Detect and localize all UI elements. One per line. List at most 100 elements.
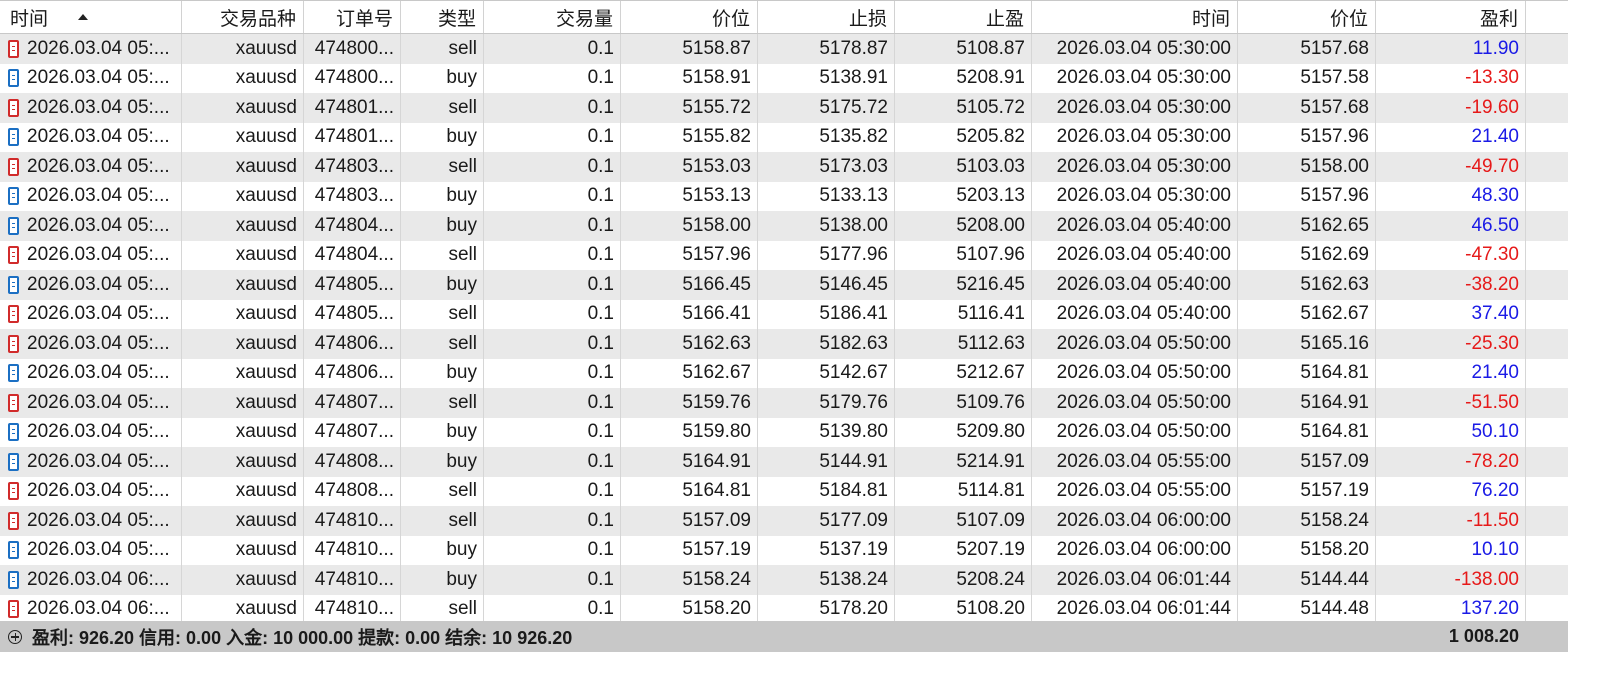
cell-volume: 0.1: [484, 34, 621, 64]
cell-profit: 50.10: [1376, 417, 1526, 447]
column-header-take-profit[interactable]: 止盈: [895, 1, 1032, 33]
cell-text: 474806...: [314, 362, 394, 384]
column-header-label: 交易品种: [219, 8, 296, 30]
table-row[interactable]: 2026.03.04 05:... xauusd 474808... sell 0.1 5…: [0, 476, 1568, 506]
table-row[interactable]: 2026.03.04 05:... xauusd 474810... sell 0.1 5…: [0, 506, 1568, 536]
table-row[interactable]: 2026.03.04 05:... xauusd 474805... sell 0.1 5…: [0, 299, 1568, 329]
cell-type: buy: [401, 63, 484, 93]
cell-open-time: 2026.03.04 05:...: [0, 388, 182, 418]
cell-symbol: xauusd: [182, 211, 304, 241]
cell-text: -38.20: [1465, 273, 1519, 295]
cell-open-time: 2026.03.04 06:...: [0, 565, 182, 595]
cell-take-profit: 5112.63: [895, 329, 1032, 359]
table-row[interactable]: 2026.03.04 06:... xauusd 474810... sell 0.1 5…: [0, 594, 1568, 624]
cell-open-price: 5155.72: [621, 93, 758, 123]
order-document-icon: [8, 69, 19, 88]
cell-text: -11.50: [1466, 509, 1519, 531]
table-row[interactable]: 2026.03.04 05:... xauusd 474801... sell 0.1 5…: [0, 93, 1568, 123]
cell-type: sell: [401, 388, 484, 418]
cell-stop-loss: 5138.24: [758, 565, 895, 595]
cell-profit: -19.60: [1376, 93, 1526, 123]
cell-text: 474810...: [314, 568, 394, 590]
cell-take-profit: 5103.03: [895, 152, 1032, 182]
column-header-type[interactable]: 类型: [401, 1, 484, 33]
table-row[interactable]: 2026.03.04 05:... xauusd 474807... sell 0.1 5…: [0, 388, 1568, 418]
cell-text: buy: [446, 214, 477, 236]
cell-text: 2026.03.04 05:...: [27, 96, 170, 118]
column-header-open-time[interactable]: 时间: [0, 1, 182, 33]
table-row[interactable]: 2026.03.04 05:... xauusd 474800... sell 0.1 5…: [0, 34, 1568, 64]
cell-close-price: 5157.68: [1238, 34, 1376, 64]
cell-text: 474810...: [314, 598, 394, 620]
cell-text: 5157.96: [1300, 185, 1369, 207]
cell-open-time: 2026.03.04 05:...: [0, 506, 182, 536]
table-row[interactable]: 2026.03.04 06:... xauusd 474810... buy 0.1 51…: [0, 565, 1568, 595]
expand-plus-icon[interactable]: [8, 629, 22, 644]
cell-open-time: 2026.03.04 05:...: [0, 299, 182, 329]
cell-stop-loss: 5137.19: [758, 535, 895, 565]
table-row[interactable]: 2026.03.04 05:... xauusd 474800... buy 0.1 51…: [0, 63, 1568, 93]
table-row[interactable]: 2026.03.04 05:... xauusd 474806... sell 0.1 5…: [0, 329, 1568, 359]
cell-text: 2026.03.04 05:...: [27, 37, 170, 59]
cell-close-price: 5157.09: [1238, 447, 1376, 477]
column-header-volume[interactable]: 交易量: [484, 1, 621, 33]
order-document-icon: [8, 157, 19, 176]
table-row[interactable]: 2026.03.04 05:... xauusd 474804... buy 0.1 51…: [0, 211, 1568, 241]
cell-text: 0.1: [587, 362, 614, 384]
cell-order-id: 474806...: [304, 358, 401, 388]
table-row[interactable]: 2026.03.04 05:... xauusd 474804... sell 0.1 5…: [0, 240, 1568, 270]
cell-type: buy: [401, 417, 484, 447]
cell-take-profit: 5212.67: [895, 358, 1032, 388]
table-row[interactable]: 2026.03.04 05:... xauusd 474807... buy 0.1 51…: [0, 417, 1568, 447]
cell-text: 2026.03.04 05:30:00: [1056, 67, 1231, 89]
cell-symbol: xauusd: [182, 476, 304, 506]
column-header-stop-loss[interactable]: 止损: [758, 1, 895, 33]
cell-text: 5162.65: [1300, 214, 1369, 236]
cell-text: 474808...: [314, 480, 394, 502]
cell-order-id: 474810...: [304, 594, 401, 624]
cell-text: 21.40: [1471, 362, 1519, 384]
cell-profit: -78.20: [1376, 447, 1526, 477]
column-header-open-price[interactable]: 价位: [621, 1, 758, 33]
cell-text: buy: [446, 362, 477, 384]
table-row[interactable]: 2026.03.04 05:... xauusd 474808... buy 0.1 51…: [0, 447, 1568, 477]
cell-close-price: 5157.68: [1238, 93, 1376, 123]
cell-text: 0.1: [587, 244, 614, 266]
cell-stop-loss: 5144.91: [758, 447, 895, 477]
cell-text: sell: [448, 598, 477, 620]
cell-open-time: 2026.03.04 05:...: [0, 240, 182, 270]
column-header-label: 止盈: [985, 8, 1024, 30]
column-header-order-id[interactable]: 订单号: [304, 1, 401, 33]
order-document-icon: [8, 246, 19, 265]
column-header-close-price[interactable]: 价位: [1238, 1, 1376, 33]
cell-text: 0.1: [587, 568, 614, 590]
cell-text: -13.30: [1465, 67, 1519, 89]
cell-symbol: xauusd: [182, 329, 304, 359]
cell-text: 0.1: [587, 37, 614, 59]
column-header-label: 盈利: [1479, 8, 1518, 30]
table-row[interactable]: 2026.03.04 05:... xauusd 474803... sell 0.1 5…: [0, 152, 1568, 182]
table-row[interactable]: 2026.03.04 05:... xauusd 474801... buy 0.1 51…: [0, 122, 1568, 152]
cell-text: 5139.80: [819, 421, 888, 443]
cell-volume: 0.1: [484, 417, 621, 447]
cell-text: 474807...: [314, 391, 394, 413]
column-header-profit[interactable]: 盈利: [1376, 1, 1526, 33]
cell-text: -78.20: [1465, 450, 1519, 472]
table-row[interactable]: 2026.03.04 05:... xauusd 474810... buy 0.1 51…: [0, 535, 1568, 565]
cell-stop-loss: 5182.63: [758, 329, 895, 359]
cell-text: 5203.13: [956, 185, 1025, 207]
cell-type: buy: [401, 181, 484, 211]
cell-text: 2026.03.04 06:00:00: [1056, 509, 1231, 531]
cell-order-id: 474801...: [304, 122, 401, 152]
table-row[interactable]: 2026.03.04 05:... xauusd 474806... buy 0.1 51…: [0, 358, 1568, 388]
cell-profit: -51.50: [1376, 388, 1526, 418]
cell-text: xauusd: [235, 539, 297, 561]
table-row[interactable]: 2026.03.04 05:... xauusd 474803... buy 0.1 51…: [0, 181, 1568, 211]
cell-text: 2026.03.04 05:...: [27, 391, 170, 413]
table-row[interactable]: 2026.03.04 05:... xauusd 474805... buy 0.1 51…: [0, 270, 1568, 300]
cell-text: sell: [448, 244, 477, 266]
column-header-close-time[interactable]: 时间: [1032, 1, 1238, 33]
column-header-symbol[interactable]: 交易品种: [182, 1, 304, 33]
cell-text: 2026.03.04 05:30:00: [1056, 185, 1231, 207]
cell-text: 5209.80: [956, 421, 1025, 443]
